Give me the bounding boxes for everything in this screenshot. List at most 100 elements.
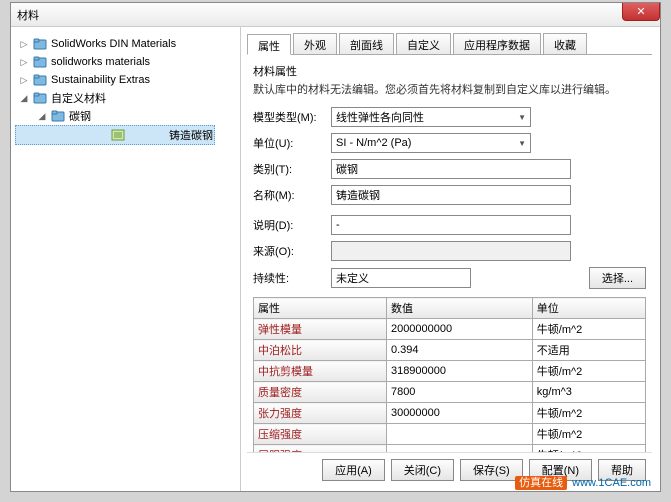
sustain-value-box: 未定义 [331, 268, 471, 288]
table-row: 弹性模量2000000000牛顿/m^2 [254, 319, 646, 340]
table-cell[interactable]: 0.394 [386, 340, 532, 361]
table-cell[interactable]: 2000000000 [386, 319, 532, 340]
table-row: 屈服强度 牛顿/m^2 [254, 445, 646, 453]
tree-twisty-icon[interactable]: ◢ [37, 111, 47, 122]
tab-4[interactable]: 应用程序数据 [453, 33, 541, 54]
description-label: 说明(D): [253, 217, 331, 233]
category-value: 碳钢 [336, 161, 358, 177]
properties-panel: 材料属性 默认库中的材料无法编辑。您必须首先将材料复制到自定义库以进行编辑。 模… [247, 55, 652, 452]
units-label: 单位(U): [253, 135, 331, 151]
folder-icon [33, 92, 47, 104]
table-cell: 屈服强度 [254, 445, 387, 453]
sustain-value: 未定义 [336, 270, 369, 286]
model-type-label: 模型类型(M): [253, 109, 331, 125]
tree-item-label: 铸造碳钢 [169, 127, 213, 143]
tree-twisty-icon[interactable]: ▷ [19, 57, 29, 68]
badge-url: www.1CAE.com [572, 477, 651, 489]
tree-twisty-icon[interactable]: ◢ [19, 93, 29, 104]
folder-icon [33, 74, 47, 86]
table-row: 张力强度30000000牛顿/m^2 [254, 403, 646, 424]
table-cell: 压缩强度 [254, 424, 387, 445]
source-label: 来源(O): [253, 243, 331, 259]
table-cell[interactable] [386, 445, 532, 453]
select-button[interactable]: 选择... [589, 267, 646, 289]
table-row: 中泊松比0.394不适用 [254, 340, 646, 361]
name-value: 铸造碳钢 [336, 187, 380, 203]
tab-5[interactable]: 收藏 [543, 33, 587, 54]
table-header: 数值 [386, 298, 532, 319]
table-cell: 中抗剪模量 [254, 361, 387, 382]
tab-0[interactable]: 属性 [247, 34, 291, 55]
tree-twisty-icon[interactable]: ▷ [19, 39, 29, 50]
model-type-value: 线性弹性各向同性 [336, 109, 424, 125]
tree-item-label: 自定义材料 [51, 90, 106, 106]
close-icon: ✕ [636, 5, 645, 18]
table-cell[interactable]: 318900000 [386, 361, 532, 382]
table-cell: 张力强度 [254, 403, 387, 424]
table-cell[interactable]: 牛顿/m^2 [532, 319, 645, 340]
card-icon [111, 129, 125, 141]
table-cell: 中泊松比 [254, 340, 387, 361]
model-type-select[interactable]: 线性弹性各向同性 ▼ [331, 107, 531, 127]
category-label: 类别(T): [253, 161, 331, 177]
tree-item-label: 碳钢 [69, 108, 91, 124]
table-cell: 质量密度 [254, 382, 387, 403]
name-input[interactable]: 铸造碳钢 [331, 185, 571, 205]
tab-3[interactable]: 自定义 [396, 33, 451, 54]
tab-strip: 属性外观剖面线自定义应用程序数据收藏 [247, 33, 652, 55]
table-cell[interactable]: 牛顿/m^2 [532, 424, 645, 445]
close-button[interactable]: ✕ [622, 3, 660, 21]
window-title: 材料 [17, 7, 39, 23]
tree-item[interactable]: ▷ SolidWorks DIN Materials [15, 35, 236, 53]
table-row: 压缩强度 牛顿/m^2 [254, 424, 646, 445]
table-cell[interactable]: 牛顿/m^2 [532, 445, 645, 453]
titlebar: 材料 ✕ [11, 3, 660, 27]
group-subtitle: 默认库中的材料无法编辑。您必须首先将材料复制到自定义库以进行编辑。 [253, 81, 646, 97]
table-cell[interactable]: 7800 [386, 382, 532, 403]
tree-item-label: SolidWorks DIN Materials [51, 38, 176, 50]
sustain-label: 持续性: [253, 270, 331, 286]
table-cell[interactable] [386, 424, 532, 445]
group-title: 材料属性 [253, 63, 646, 79]
material-tree[interactable]: ▷ SolidWorks DIN Materials ▷ solidworks mat… [11, 27, 241, 491]
units-select[interactable]: SI - N/m^2 (Pa) ▼ [331, 133, 531, 153]
save-button[interactable]: 保存(S) [460, 459, 523, 481]
table-header: 属性 [254, 298, 387, 319]
table-row: 中抗剪模量318900000牛顿/m^2 [254, 361, 646, 382]
table-cell[interactable]: 30000000 [386, 403, 532, 424]
tree-item[interactable]: ▷ Sustainability Extras [15, 71, 236, 89]
folder-icon [33, 38, 47, 50]
properties-table: 属性数值单位弹性模量2000000000牛顿/m^2中泊松比0.394不适用中抗… [253, 297, 646, 452]
units-value: SI - N/m^2 (Pa) [336, 137, 411, 149]
description-input[interactable]: - [331, 215, 571, 235]
tree-item[interactable]: 铸造碳钢 [15, 125, 215, 145]
tab-1[interactable]: 外观 [293, 33, 337, 54]
description-value: - [336, 219, 340, 231]
close-dialog-button[interactable]: 关闭(C) [391, 459, 454, 481]
table-header: 单位 [532, 298, 645, 319]
chevron-down-icon: ▼ [518, 113, 526, 122]
material-dialog: 材料 ✕ ▷ SolidWorks DIN Materials ▷ solidwork… [10, 2, 661, 492]
badge-text: 仿真在线 [515, 476, 567, 490]
table-cell[interactable]: kg/m^3 [532, 382, 645, 403]
tree-item[interactable]: ◢ 自定义材料 [15, 89, 236, 107]
table-cell[interactable]: 牛顿/m^2 [532, 403, 645, 424]
tree-item-label: Sustainability Extras [51, 74, 150, 86]
name-label: 名称(M): [253, 187, 331, 203]
table-row: 质量密度7800kg/m^3 [254, 382, 646, 403]
table-cell: 弹性模量 [254, 319, 387, 340]
tree-twisty-icon[interactable]: ▷ [19, 75, 29, 86]
tree-item[interactable]: ◢ 碳钢 [15, 107, 236, 125]
folder-icon [33, 56, 47, 68]
tree-item-label: solidworks materials [51, 56, 150, 68]
source-input [331, 241, 571, 261]
chevron-down-icon: ▼ [518, 139, 526, 148]
site-badge: 仿真在线 www.1CAE.com [515, 474, 651, 490]
apply-button[interactable]: 应用(A) [322, 459, 385, 481]
category-input[interactable]: 碳钢 [331, 159, 571, 179]
tree-item[interactable]: ▷ solidworks materials [15, 53, 236, 71]
tab-2[interactable]: 剖面线 [339, 33, 394, 54]
table-cell[interactable]: 牛顿/m^2 [532, 361, 645, 382]
folder-icon [51, 110, 65, 122]
table-cell[interactable]: 不适用 [532, 340, 645, 361]
